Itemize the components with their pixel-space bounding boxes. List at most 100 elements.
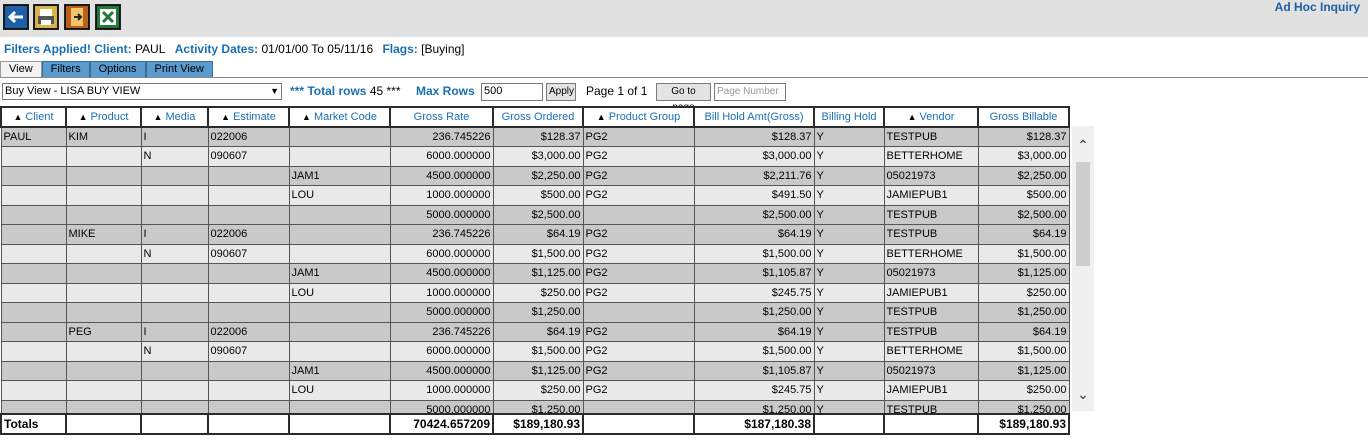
sort-up-icon: ▲ <box>302 112 311 122</box>
table-cell <box>65 399 142 413</box>
column-header[interactable]: ▲ Product Group <box>582 106 695 128</box>
totals-cell: 70424.657209 <box>389 413 494 435</box>
table-row[interactable]: 5000.000000 $1,250.00 $1,250.00 Y TESTPUB $1,… <box>0 302 1070 323</box>
totals-cell <box>140 413 209 435</box>
table-cell <box>288 126 391 147</box>
table-cell: N <box>140 146 209 167</box>
table-cell: 090607 <box>207 146 290 167</box>
chevron-down-icon[interactable]: ⌄ <box>1072 383 1094 405</box>
tab-view[interactable]: View <box>0 61 42 77</box>
column-header[interactable]: Gross Rate <box>389 106 494 128</box>
max-rows-input[interactable]: 500 <box>481 83 543 101</box>
go-to-page-button[interactable]: Go to page <box>656 83 711 113</box>
scrollbar-thumb[interactable] <box>1076 162 1090 266</box>
column-header[interactable]: ▲ Estimate <box>207 106 290 128</box>
results-grid: ▲ Client ▲ Product ▲ Media ▲ Estimate ▲ Market Co… <box>0 106 1070 413</box>
table-cell: PG2 <box>582 224 695 245</box>
page-number-input[interactable]: Page Number <box>714 83 786 101</box>
table-cell: LOU <box>288 380 391 401</box>
table-cell: Y <box>813 321 885 342</box>
table-cell <box>140 302 209 323</box>
table-row[interactable]: N 090607 6000.000000 $3,000.00 PG2 $3,000.00 Y… <box>0 146 1070 167</box>
tab-options[interactable]: Options <box>89 61 146 77</box>
vertical-scrollbar[interactable]: ⌃ ⌄ <box>1072 126 1094 411</box>
table-cell: 1000.000000 <box>389 185 494 206</box>
apply-button[interactable]: Apply <box>546 83 576 101</box>
table-cell <box>140 399 209 413</box>
tab-filters[interactable]: Filters <box>41 61 90 77</box>
table-cell: 4500.000000 <box>389 360 494 381</box>
table-cell <box>65 302 142 323</box>
table-cell <box>207 399 290 413</box>
table-cell: Y <box>813 165 885 186</box>
table-row[interactable]: MIKE I 022006 236.745226 $64.19 PG2 $64.19 Y TES… <box>0 224 1070 245</box>
page-info: Page 1 of 1 <box>586 84 648 98</box>
column-header[interactable]: ▲ Media <box>140 106 209 128</box>
table-row[interactable]: N 090607 6000.000000 $1,500.00 PG2 $1,500.00 Y… <box>0 341 1070 362</box>
table-row[interactable]: N 090607 6000.000000 $1,500.00 PG2 $1,500.00 Y… <box>0 243 1070 264</box>
table-row[interactable]: JAM1 4500.000000 $1,125.00 PG2 $1,105.87 Y 050… <box>0 263 1070 284</box>
table-cell: LOU <box>288 185 391 206</box>
table-cell: Y <box>813 399 885 413</box>
table-cell <box>65 243 142 264</box>
table-cell: $250.00 <box>492 282 584 303</box>
table-cell <box>0 146 67 167</box>
view-select[interactable]: Buy View - LISA BUY VIEW ▼ <box>2 83 282 100</box>
table-cell <box>0 185 67 206</box>
client-label: Client: <box>94 42 132 56</box>
back-arrow-icon[interactable] <box>3 4 29 30</box>
export-icon[interactable] <box>64 4 90 30</box>
table-cell: $250.00 <box>977 282 1070 303</box>
column-header[interactable]: ▲ Product <box>65 106 142 128</box>
table-cell: $1,500.00 <box>693 243 815 264</box>
table-row[interactable]: PEG I 022006 236.745226 $64.19 PG2 $64.19 Y TEST… <box>0 321 1070 342</box>
tab-bar: View Filters Options Print View <box>0 61 213 77</box>
table-cell: $1,500.00 <box>977 341 1070 362</box>
filters-applied-label: Filters Applied! <box>4 42 91 56</box>
table-cell: 236.745226 <box>389 321 494 342</box>
table-cell: $1,250.00 <box>693 399 815 413</box>
table-row[interactable]: 5000.000000 $1,250.00 $1,250.00 Y TESTPUB $1,… <box>0 399 1070 413</box>
table-cell <box>207 380 290 401</box>
table-cell <box>207 282 290 303</box>
table-cell <box>65 263 142 284</box>
table-cell <box>0 302 67 323</box>
table-cell: MIKE <box>65 224 142 245</box>
column-header[interactable]: Bill Hold Amt(Gross) <box>693 106 815 128</box>
table-cell: $1,125.00 <box>977 360 1070 381</box>
table-cell: $3,000.00 <box>492 146 584 167</box>
table-row[interactable]: LOU 1000.000000 $250.00 PG2 $245.75 Y JAMIEPUB… <box>0 380 1070 401</box>
table-cell <box>207 263 290 284</box>
max-rows-label: Max Rows <box>416 84 475 98</box>
table-row[interactable]: PAUL KIM I 022006 236.745226 $128.37 PG2 $128.3… <box>0 126 1070 147</box>
column-header[interactable]: Gross Ordered <box>492 106 584 128</box>
column-header[interactable]: ▲ Market Code <box>288 106 391 128</box>
table-cell: N <box>140 243 209 264</box>
tab-print-view[interactable]: Print View <box>145 61 213 77</box>
sort-up-icon: ▲ <box>907 112 917 122</box>
column-header[interactable]: Gross Billable <box>977 106 1070 128</box>
table-cell <box>0 243 67 264</box>
table-cell: 4500.000000 <box>389 263 494 284</box>
table-cell: PG2 <box>582 321 695 342</box>
chevron-up-icon[interactable]: ⌃ <box>1072 134 1094 156</box>
column-header[interactable]: Billing Hold <box>813 106 885 128</box>
activity-dates-value: 01/01/00 To 05/11/16 <box>261 42 374 56</box>
table-row[interactable]: LOU 1000.000000 $250.00 PG2 $245.75 Y JAMIEPUB… <box>0 282 1070 303</box>
table-cell <box>0 204 67 225</box>
table-cell: 090607 <box>207 243 290 264</box>
column-header[interactable]: ▲ Client <box>0 106 67 128</box>
print-icon[interactable] <box>33 4 59 30</box>
controls-row: Buy View - LISA BUY VIEW ▼ *** Total row… <box>2 82 1302 113</box>
table-cell <box>288 321 391 342</box>
table-row[interactable]: JAM1 4500.000000 $1,125.00 PG2 $1,105.87 Y 050… <box>0 360 1070 381</box>
table-row[interactable]: LOU 1000.000000 $500.00 PG2 $491.50 Y JAMIEPUB… <box>0 185 1070 206</box>
excel-icon[interactable] <box>95 4 121 30</box>
table-cell: $1,500.00 <box>492 341 584 362</box>
table-row[interactable]: JAM1 4500.000000 $2,250.00 PG2 $2,211.76 Y 050… <box>0 165 1070 186</box>
table-cell: 022006 <box>207 126 290 147</box>
table-row[interactable]: 5000.000000 $2,500.00 $2,500.00 Y TESTPUB $2,… <box>0 204 1070 225</box>
column-header[interactable]: ▲ Vendor <box>883 106 979 128</box>
table-cell: Y <box>813 224 885 245</box>
sort-up-icon: ▲ <box>153 112 163 122</box>
